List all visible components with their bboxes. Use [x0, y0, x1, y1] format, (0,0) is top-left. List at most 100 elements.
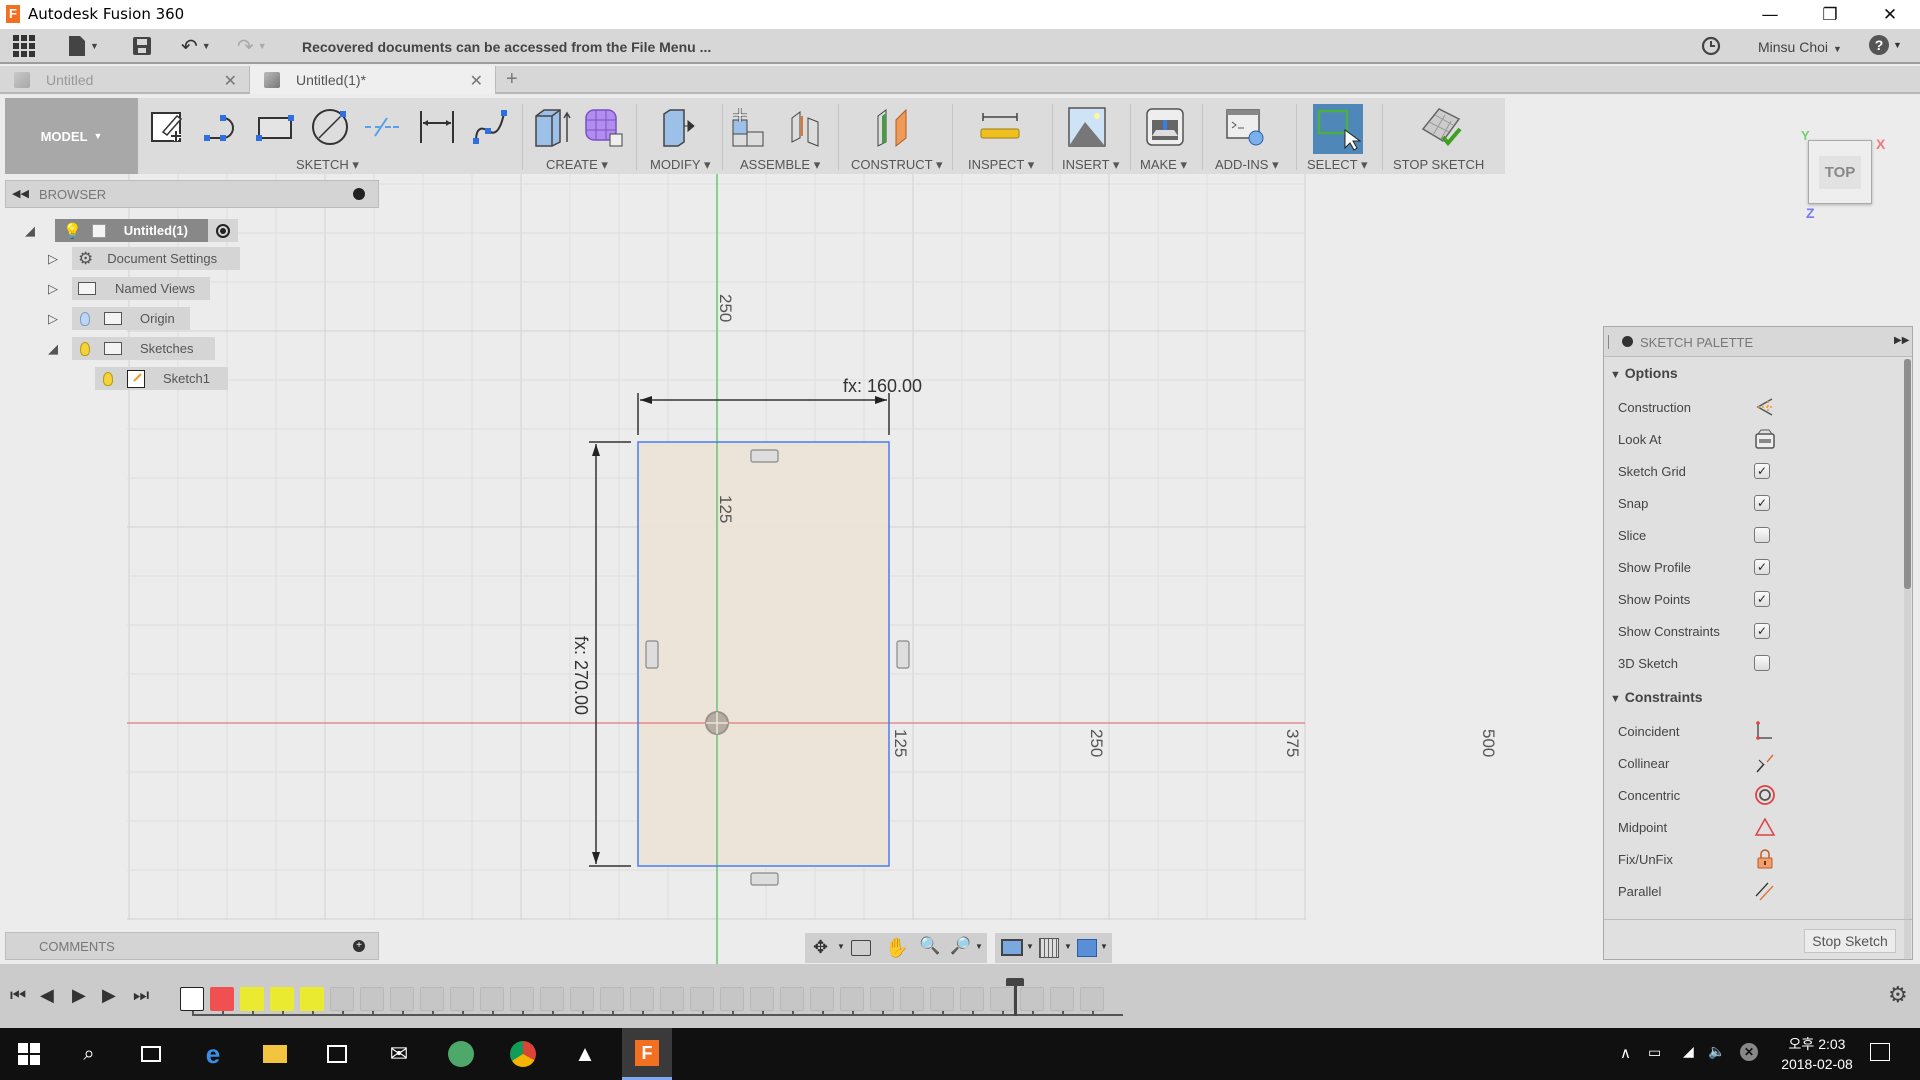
volume-icon[interactable]: 🔈	[1708, 1043, 1725, 1060]
option-construction[interactable]: Construction	[1618, 391, 1878, 423]
offset-plane-tool[interactable]	[872, 104, 918, 150]
timeline-feature[interactable]	[330, 987, 354, 1011]
timeline-feature[interactable]	[510, 987, 534, 1011]
timeline-feature[interactable]	[600, 987, 624, 1011]
close-tab-icon[interactable]: ✕	[224, 71, 237, 91]
rectangle-tool[interactable]	[252, 104, 298, 150]
timeline-feature[interactable]	[630, 987, 654, 1011]
extrude-tool[interactable]	[530, 104, 576, 150]
press-pull-tool[interactable]	[656, 104, 702, 150]
scripts-addins-tool[interactable]	[1222, 104, 1268, 150]
timeline-settings-gear-icon[interactable]: ⚙	[1888, 982, 1908, 1008]
store-taskbar-button[interactable]	[312, 1028, 362, 1080]
chevron-down-icon[interactable]: ▼	[1100, 942, 1108, 951]
create-menu[interactable]: CREATE ▾	[546, 157, 608, 173]
construction-line-tool[interactable]	[360, 104, 406, 150]
expand-arrow-icon[interactable]: ▷	[48, 281, 72, 297]
app-taskbar-button[interactable]: ▲	[560, 1028, 610, 1080]
sketch-profile[interactable]	[638, 442, 889, 866]
tab-untitled-1[interactable]: Untitled(1)* ✕	[250, 66, 496, 94]
option-3d-sketch[interactable]: 3D Sketch	[1618, 647, 1878, 679]
constraint-fix-unfix[interactable]: Fix/UnFix	[1618, 843, 1878, 875]
timeline-feature[interactable]	[990, 987, 1014, 1011]
pan-hand-icon[interactable]: ✋	[885, 936, 909, 960]
timeline-feature[interactable]	[750, 987, 774, 1011]
3d-print-tool[interactable]	[1142, 104, 1188, 150]
timeline-feature[interactable]	[210, 987, 234, 1011]
lightbulb-on-icon[interactable]	[103, 371, 113, 386]
timeline-feature[interactable]	[720, 987, 744, 1011]
option-snap[interactable]: Snap ✓	[1618, 487, 1878, 519]
browser-pin-icon[interactable]	[353, 188, 365, 200]
timeline-feature[interactable]	[1080, 987, 1104, 1011]
timeline-track[interactable]	[193, 1014, 1123, 1016]
show-profile-checkbox[interactable]: ✓	[1754, 559, 1770, 575]
select-tool[interactable]	[1313, 104, 1363, 154]
create-form-tool[interactable]	[580, 104, 626, 150]
collinear-icon[interactable]	[1754, 752, 1776, 774]
option-slice[interactable]: Slice	[1618, 519, 1878, 551]
sketch-palette-header[interactable]: SKETCH PALETTE ▶▶	[1604, 327, 1912, 357]
timeline-feature[interactable]	[780, 987, 804, 1011]
tree-root[interactable]: ◢ 💡 Untitled(1)	[25, 219, 238, 242]
slice-checkbox[interactable]	[1754, 527, 1770, 543]
palette-scrollbar-thumb[interactable]	[1904, 359, 1911, 589]
chevron-down-icon[interactable]: ▼	[837, 942, 845, 951]
browser-panel-header[interactable]: ◀◀ BROWSER	[5, 180, 379, 208]
modify-menu[interactable]: MODIFY ▾	[650, 157, 710, 173]
timeline-feature[interactable]	[690, 987, 714, 1011]
palette-grip[interactable]	[1608, 335, 1610, 349]
dimension-tool[interactable]	[414, 104, 460, 150]
edge-taskbar-button[interactable]: e	[188, 1028, 238, 1080]
tree-item-named-views[interactable]: Named Views	[72, 277, 210, 300]
expand-arrow-icon[interactable]: ▷	[48, 251, 72, 267]
spline-tool[interactable]	[467, 104, 513, 150]
chevron-down-icon[interactable]: ▼	[975, 942, 983, 951]
timeline-feature[interactable]	[1050, 987, 1074, 1011]
mail-taskbar-button[interactable]: ✉	[374, 1028, 424, 1080]
fit-zoom-icon[interactable]: 🔎	[950, 936, 971, 956]
constraint-coincident[interactable]: Coincident	[1618, 715, 1878, 747]
step-forward-icon[interactable]: ▶	[102, 985, 116, 1006]
play-icon[interactable]: ▶	[72, 985, 86, 1006]
option-show-profile[interactable]: Show Profile ✓	[1618, 551, 1878, 583]
close-tab-icon[interactable]: ✕	[470, 71, 483, 91]
orbit-icon[interactable]: ✥	[813, 937, 828, 958]
go-to-end-icon[interactable]: ⏭	[133, 985, 149, 1006]
new-component-tool[interactable]	[728, 104, 774, 150]
palette-scrollbar[interactable]	[1904, 359, 1911, 959]
tree-row-named-views[interactable]: ▷ Named Views	[48, 277, 210, 300]
timeline-feature[interactable]	[480, 987, 504, 1011]
constraint-parallel[interactable]: Parallel	[1618, 875, 1878, 907]
atom-taskbar-button[interactable]	[436, 1028, 486, 1080]
look-at-nav-icon[interactable]	[851, 940, 871, 956]
activate-component-button[interactable]	[208, 219, 238, 242]
action-center-icon[interactable]	[1870, 1043, 1890, 1061]
timeline-marker[interactable]	[1014, 982, 1017, 1016]
collapse-palette-icon[interactable]: ▶▶	[1894, 335, 1909, 346]
option-look-at[interactable]: Look At	[1618, 423, 1878, 455]
chevron-down-icon[interactable]: ▼	[1026, 942, 1034, 951]
concentric-icon[interactable]	[1754, 784, 1776, 806]
go-to-start-icon[interactable]: ⏮	[10, 985, 26, 1006]
addins-menu[interactable]: ADD-INS ▾	[1215, 157, 1279, 173]
help-menu[interactable]: ? ▼	[1869, 35, 1902, 55]
option-show-constraints[interactable]: Show Constraints ✓	[1618, 615, 1878, 647]
add-comment-icon[interactable]: +	[353, 940, 365, 952]
line-tool[interactable]	[198, 104, 244, 150]
timeline-feature[interactable]	[450, 987, 474, 1011]
constraint-collinear[interactable]: Collinear	[1618, 747, 1878, 779]
undo-button[interactable]: ↶ ▼	[181, 33, 211, 59]
timeline-feature[interactable]	[840, 987, 864, 1011]
insert-image-tool[interactable]	[1064, 104, 1110, 150]
timeline-feature[interactable]	[420, 987, 444, 1011]
search-button[interactable]: ⌕	[64, 1028, 114, 1080]
option-sketch-grid[interactable]: Sketch Grid ✓	[1618, 455, 1878, 487]
tree-row-sketches[interactable]: ◢ Sketches	[48, 337, 215, 360]
insert-menu[interactable]: INSERT ▾	[1062, 157, 1119, 173]
battery-icon[interactable]: ▭	[1648, 1044, 1661, 1061]
data-panel-button[interactable]	[13, 33, 35, 59]
sketch-menu[interactable]: SKETCH ▾	[296, 157, 359, 173]
height-dimension[interactable]	[589, 441, 631, 867]
viewports-icon[interactable]	[1077, 939, 1097, 957]
